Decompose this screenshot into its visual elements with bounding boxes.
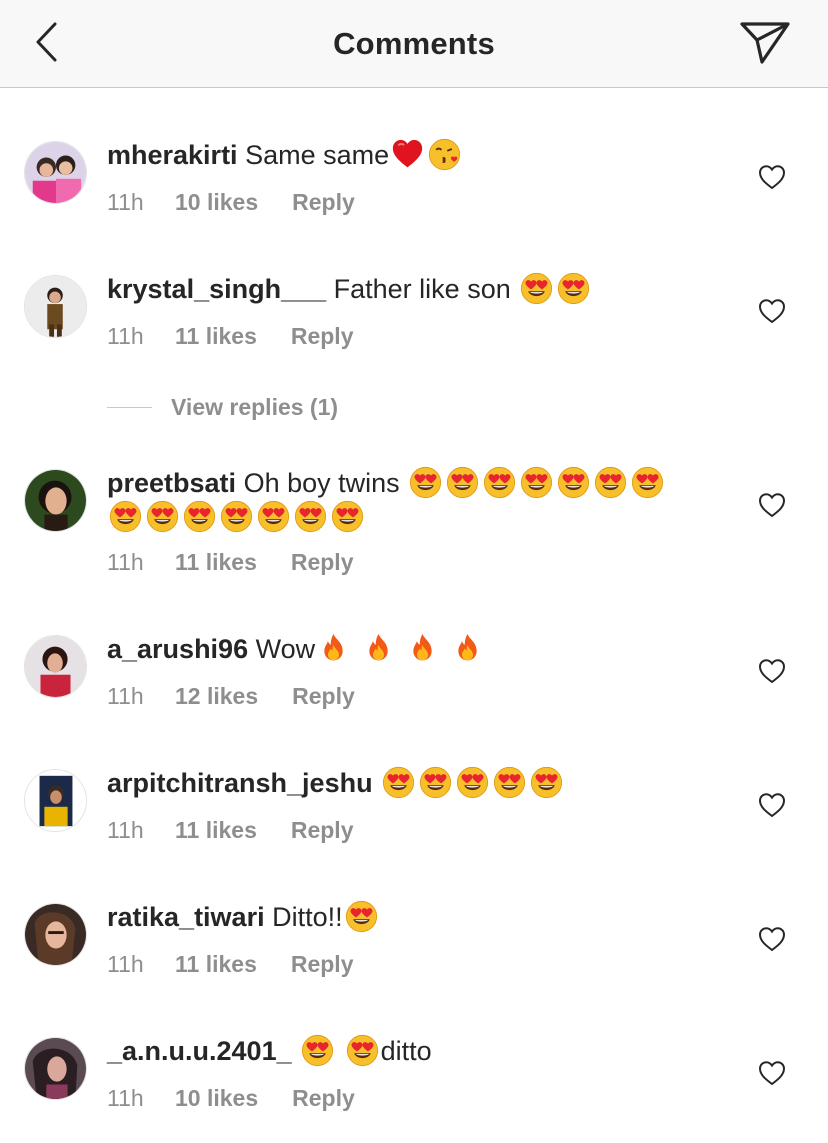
view-replies-button[interactable]: View replies (1) (107, 394, 338, 424)
heart-eyes-emoji (631, 466, 664, 499)
comment-likes[interactable]: 11 likes (175, 817, 257, 844)
reply-button[interactable]: Reply (291, 323, 354, 350)
like-heart-icon[interactable] (758, 298, 786, 324)
heart-eyes-emoji (382, 766, 415, 799)
heart-eyes-emoji (557, 272, 590, 305)
comment-text: a_arushi96 Wow (107, 632, 727, 666)
avatar[interactable] (24, 141, 87, 204)
share-button[interactable] (734, 18, 794, 68)
comment-text: krystal_singh___ Father like son (107, 272, 727, 306)
avatar[interactable] (24, 635, 87, 698)
heart-eyes-emoji (419, 766, 452, 799)
direct-send-icon (740, 22, 790, 64)
heart-eyes-emoji (557, 466, 590, 499)
heart-eyes-emoji (331, 500, 364, 533)
heart-eyes-emoji (109, 500, 142, 533)
comment-time: 11h (107, 1085, 144, 1111)
comment-body: Ditto!! (272, 902, 343, 932)
avatar[interactable] (24, 469, 87, 532)
fire-emoji (406, 632, 439, 665)
red-heart-emoji (391, 138, 424, 171)
comment-text: _a.n.u.u.2401_ ditto (107, 1034, 727, 1068)
like-heart-icon[interactable] (758, 792, 786, 818)
heart-eyes-emoji (530, 766, 563, 799)
reply-button[interactable]: Reply (292, 683, 355, 710)
divider (107, 407, 152, 408)
comment-meta: 11h 11 likes Reply (107, 951, 354, 978)
avatar[interactable] (24, 275, 87, 338)
heart-eyes-emoji (493, 766, 526, 799)
heart-eyes-emoji (520, 466, 553, 499)
like-heart-icon[interactable] (758, 658, 786, 684)
comment-likes[interactable]: 11 likes (175, 549, 257, 576)
comment-body: Oh boy twins (243, 468, 400, 498)
reply-button[interactable]: Reply (291, 817, 354, 844)
fire-emoji (451, 632, 484, 665)
heart-eyes-emoji (146, 500, 179, 533)
comment-time: 11h (107, 683, 144, 709)
comment-meta: 11h 10 likes Reply (107, 189, 355, 216)
comment-text: arpitchitransh_jeshu (107, 766, 727, 800)
comment-time: 11h (107, 951, 144, 977)
comment-meta: 11h 11 likes Reply (107, 323, 354, 350)
heart-eyes-emoji (220, 500, 253, 533)
heart-eyes-emoji (294, 500, 327, 533)
comment-body: Father like son (333, 274, 511, 304)
like-heart-icon[interactable] (758, 492, 786, 518)
heart-eyes-emoji (409, 466, 442, 499)
reply-button[interactable]: Reply (292, 189, 355, 216)
comment-username[interactable]: krystal_singh___ (107, 274, 326, 304)
view-replies-label: View replies (1) (171, 394, 339, 420)
comment-username[interactable]: ratika_tiwari (107, 902, 265, 932)
reply-button[interactable]: Reply (291, 549, 354, 576)
comment-text: ratika_tiwari Ditto!! (107, 900, 727, 934)
comment-likes[interactable]: 11 likes (175, 951, 257, 978)
comment-time: 11h (107, 817, 144, 843)
page-title: Comments (333, 26, 495, 61)
like-heart-icon[interactable] (758, 164, 786, 190)
like-heart-icon[interactable] (758, 926, 786, 952)
comment-body: ditto (380, 1036, 432, 1066)
avatar[interactable] (24, 903, 87, 966)
comment-meta: 11h 11 likes Reply (107, 817, 354, 844)
like-heart-icon[interactable] (758, 1060, 786, 1086)
comment-username[interactable]: arpitchitransh_jeshu (107, 768, 373, 798)
comment-likes[interactable]: 10 likes (175, 189, 258, 216)
comment-username[interactable]: preetbsati (107, 468, 236, 498)
avatar[interactable] (24, 1037, 87, 1100)
fire-emoji (317, 632, 350, 665)
reply-button[interactable]: Reply (292, 1085, 355, 1112)
comment-username[interactable]: _a.n.u.u.2401_ (107, 1036, 292, 1066)
comment-text: mherakirti Same same (107, 138, 727, 172)
heart-eyes-emoji (594, 466, 627, 499)
heart-eyes-emoji (456, 766, 489, 799)
face-blowing-kiss-emoji (428, 138, 461, 171)
comment-meta: 11h 10 likes Reply (107, 1085, 355, 1112)
avatar[interactable] (24, 769, 87, 832)
heart-eyes-emoji (257, 500, 290, 533)
comment-likes[interactable]: 11 likes (175, 323, 257, 350)
comment-likes[interactable]: 12 likes (175, 683, 258, 710)
comment-time: 11h (107, 189, 144, 215)
comment-meta: 11h 11 likes Reply (107, 549, 354, 576)
comment-username[interactable]: a_arushi96 (107, 634, 248, 664)
heart-eyes-emoji (345, 900, 378, 933)
comment-likes[interactable]: 10 likes (175, 1085, 258, 1112)
heart-eyes-emoji (301, 1034, 334, 1067)
comment-username[interactable]: mherakirti (107, 140, 238, 170)
comment-time: 11h (107, 323, 144, 349)
comment-meta: 11h 12 likes Reply (107, 683, 355, 710)
reply-button[interactable]: Reply (291, 951, 354, 978)
fire-emoji (362, 632, 395, 665)
comment-text: preetbsati Oh boy twins (107, 466, 727, 534)
header-bar: Comments (0, 0, 828, 88)
heart-eyes-emoji (346, 1034, 379, 1067)
comment-body: Same same (245, 140, 390, 170)
heart-eyes-emoji (520, 272, 553, 305)
heart-eyes-emoji (446, 466, 479, 499)
heart-eyes-emoji (183, 500, 216, 533)
heart-eyes-emoji (483, 466, 516, 499)
comment-body: Wow (255, 634, 316, 664)
comment-time: 11h (107, 549, 144, 575)
